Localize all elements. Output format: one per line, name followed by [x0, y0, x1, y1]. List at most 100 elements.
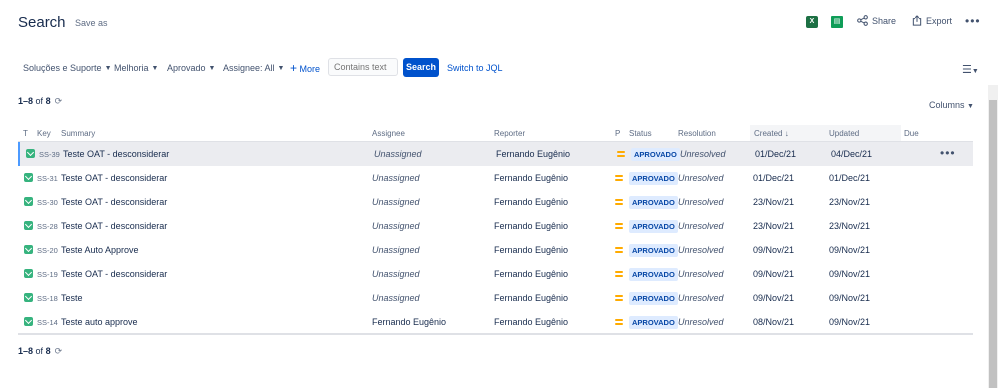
- issue-resolution: Unresolved: [678, 197, 724, 207]
- filter-type[interactable]: Melhoria ▼: [114, 63, 158, 73]
- columns-button[interactable]: Columns ▼: [929, 100, 974, 110]
- issue-assignee: Unassigned: [372, 269, 420, 279]
- issue-summary[interactable]: Teste: [61, 293, 83, 303]
- col-updated[interactable]: Updated: [829, 129, 859, 138]
- table-row[interactable]: SS-31 Teste OAT - desconsiderar Unassigned…: [18, 166, 973, 190]
- col-summary[interactable]: Summary: [61, 129, 95, 138]
- chevron-down-icon: ▼: [151, 64, 159, 72]
- filter-project-label: Soluções e Suporte: [23, 63, 102, 73]
- issue-updated: 01/Dec/21: [829, 173, 871, 183]
- refresh-icon[interactable]: ⟳: [55, 96, 63, 106]
- col-status[interactable]: Status: [629, 129, 652, 138]
- table-row[interactable]: SS-19 Teste OAT - desconsiderar Unassigned…: [18, 262, 973, 286]
- col-created-label: Created: [754, 129, 783, 138]
- issue-summary[interactable]: Teste OAT - desconsiderar: [61, 269, 167, 279]
- issue-resolution: Unresolved: [678, 293, 724, 303]
- table-row[interactable]: SS-20 Teste Auto Approve Unassigned Fernand…: [18, 238, 973, 262]
- issue-key[interactable]: SS-28: [37, 222, 58, 231]
- priority-medium-icon: [615, 271, 623, 277]
- result-count-bottom: 1–8 of 8 ⟳: [18, 346, 62, 357]
- save-as-link[interactable]: Save as: [75, 18, 108, 28]
- issue-created: 01/Dec/21: [755, 149, 797, 159]
- issue-created: 23/Nov/21: [753, 197, 795, 207]
- table-row[interactable]: SS-18 Teste Unassigned Fernando Eugênio APRO…: [18, 286, 973, 310]
- story-icon: [24, 173, 33, 182]
- export-button[interactable]: Export: [912, 15, 952, 26]
- issue-key[interactable]: SS-30: [37, 198, 58, 207]
- col-assignee[interactable]: Assignee: [372, 129, 405, 138]
- export-label: Export: [926, 15, 953, 26]
- issue-key[interactable]: SS-20: [37, 246, 58, 255]
- refresh-icon[interactable]: ⟳: [55, 346, 63, 356]
- issue-summary[interactable]: Teste OAT - desconsiderar: [63, 149, 169, 159]
- issue-key[interactable]: SS-14: [37, 318, 58, 327]
- col-created[interactable]: Created ↓: [754, 129, 789, 138]
- col-due[interactable]: Due: [904, 129, 919, 138]
- issue-key[interactable]: SS-31: [37, 174, 58, 183]
- issue-updated: 09/Nov/21: [829, 317, 871, 327]
- issue-updated: 09/Nov/21: [829, 269, 871, 279]
- search-button[interactable]: Search: [403, 58, 439, 77]
- scrollbar-thumb[interactable]: [989, 100, 997, 388]
- issue-reporter: Fernando Eugênio: [494, 293, 569, 303]
- issue-assignee: Unassigned: [374, 149, 422, 159]
- issue-key[interactable]: SS-19: [37, 270, 58, 279]
- issue-updated: 23/Nov/21: [829, 197, 871, 207]
- issue-reporter: Fernando Eugênio: [494, 317, 569, 327]
- col-priority[interactable]: P: [615, 129, 620, 138]
- status-badge: APROVADO: [629, 316, 678, 329]
- issue-summary[interactable]: Teste OAT - desconsiderar: [61, 221, 167, 231]
- issue-assignee: Unassigned: [372, 221, 420, 231]
- list-view-icon[interactable]: ☰▼: [962, 63, 979, 76]
- col-resolution[interactable]: Resolution: [678, 129, 716, 138]
- excel-icon[interactable]: X: [806, 16, 818, 28]
- status-badge: APROVADO: [629, 196, 678, 209]
- google-sheets-icon[interactable]: ▤: [831, 16, 843, 28]
- result-of: of: [35, 346, 44, 356]
- story-icon: [24, 197, 33, 206]
- switch-to-jql-link[interactable]: Switch to JQL: [447, 63, 503, 73]
- filter-status-label: Aprovado: [167, 63, 206, 73]
- status-badge: APROVADO: [631, 148, 680, 161]
- row-actions-button[interactable]: •••: [940, 146, 956, 160]
- col-reporter[interactable]: Reporter: [494, 129, 525, 138]
- filter-type-label: Melhoria: [114, 63, 149, 73]
- table-row[interactable]: SS-39 Teste OAT - desconsiderar Unassigned…: [18, 142, 973, 166]
- issue-key[interactable]: SS-18: [37, 294, 58, 303]
- result-range: 1–8: [18, 346, 34, 356]
- story-icon: [26, 149, 35, 158]
- col-key[interactable]: Key: [37, 129, 51, 138]
- issue-summary[interactable]: Teste Auto Approve: [61, 245, 139, 255]
- issue-assignee: Fernando Eugênio: [372, 317, 447, 327]
- issue-summary[interactable]: Teste auto approve: [61, 317, 138, 327]
- issue-assignee: Unassigned: [372, 245, 420, 255]
- priority-medium-icon: [615, 247, 623, 253]
- issue-updated: 09/Nov/21: [829, 293, 871, 303]
- columns-label: Columns: [929, 100, 965, 110]
- priority-medium-icon: [615, 319, 623, 325]
- more-filters-button[interactable]: + More: [290, 61, 320, 75]
- story-icon: [24, 293, 33, 302]
- filter-assignee[interactable]: Assignee: All ▼: [223, 63, 284, 73]
- table-row[interactable]: SS-28 Teste OAT - desconsiderar Unassigned…: [18, 214, 973, 238]
- issue-resolution: Unresolved: [678, 173, 724, 183]
- filter-project[interactable]: Soluções e Suporte ▼: [23, 63, 112, 73]
- filter-status[interactable]: Aprovado ▼: [167, 63, 215, 73]
- table-row[interactable]: SS-14 Teste auto approve Fernando Eugênio F…: [18, 310, 973, 334]
- plus-icon: +: [290, 61, 298, 75]
- issue-key[interactable]: SS-39: [39, 150, 60, 159]
- share-label: Share: [872, 15, 897, 26]
- status-badge: APROVADO: [629, 220, 678, 233]
- issue-created: 09/Nov/21: [753, 269, 795, 279]
- issue-updated: 09/Nov/21: [829, 245, 871, 255]
- issue-reporter: Fernando Eugênio: [494, 245, 569, 255]
- issue-summary[interactable]: Teste OAT - desconsiderar: [61, 197, 167, 207]
- share-button[interactable]: Share: [857, 15, 896, 26]
- priority-medium-icon: [615, 199, 623, 205]
- more-actions-button[interactable]: •••: [965, 14, 981, 28]
- col-type[interactable]: T: [23, 129, 28, 138]
- table-row[interactable]: SS-30 Teste OAT - desconsiderar Unassigned…: [18, 190, 973, 214]
- contains-text-input[interactable]: [328, 58, 398, 76]
- issue-summary[interactable]: Teste OAT - desconsiderar: [61, 173, 167, 183]
- story-icon: [24, 317, 33, 326]
